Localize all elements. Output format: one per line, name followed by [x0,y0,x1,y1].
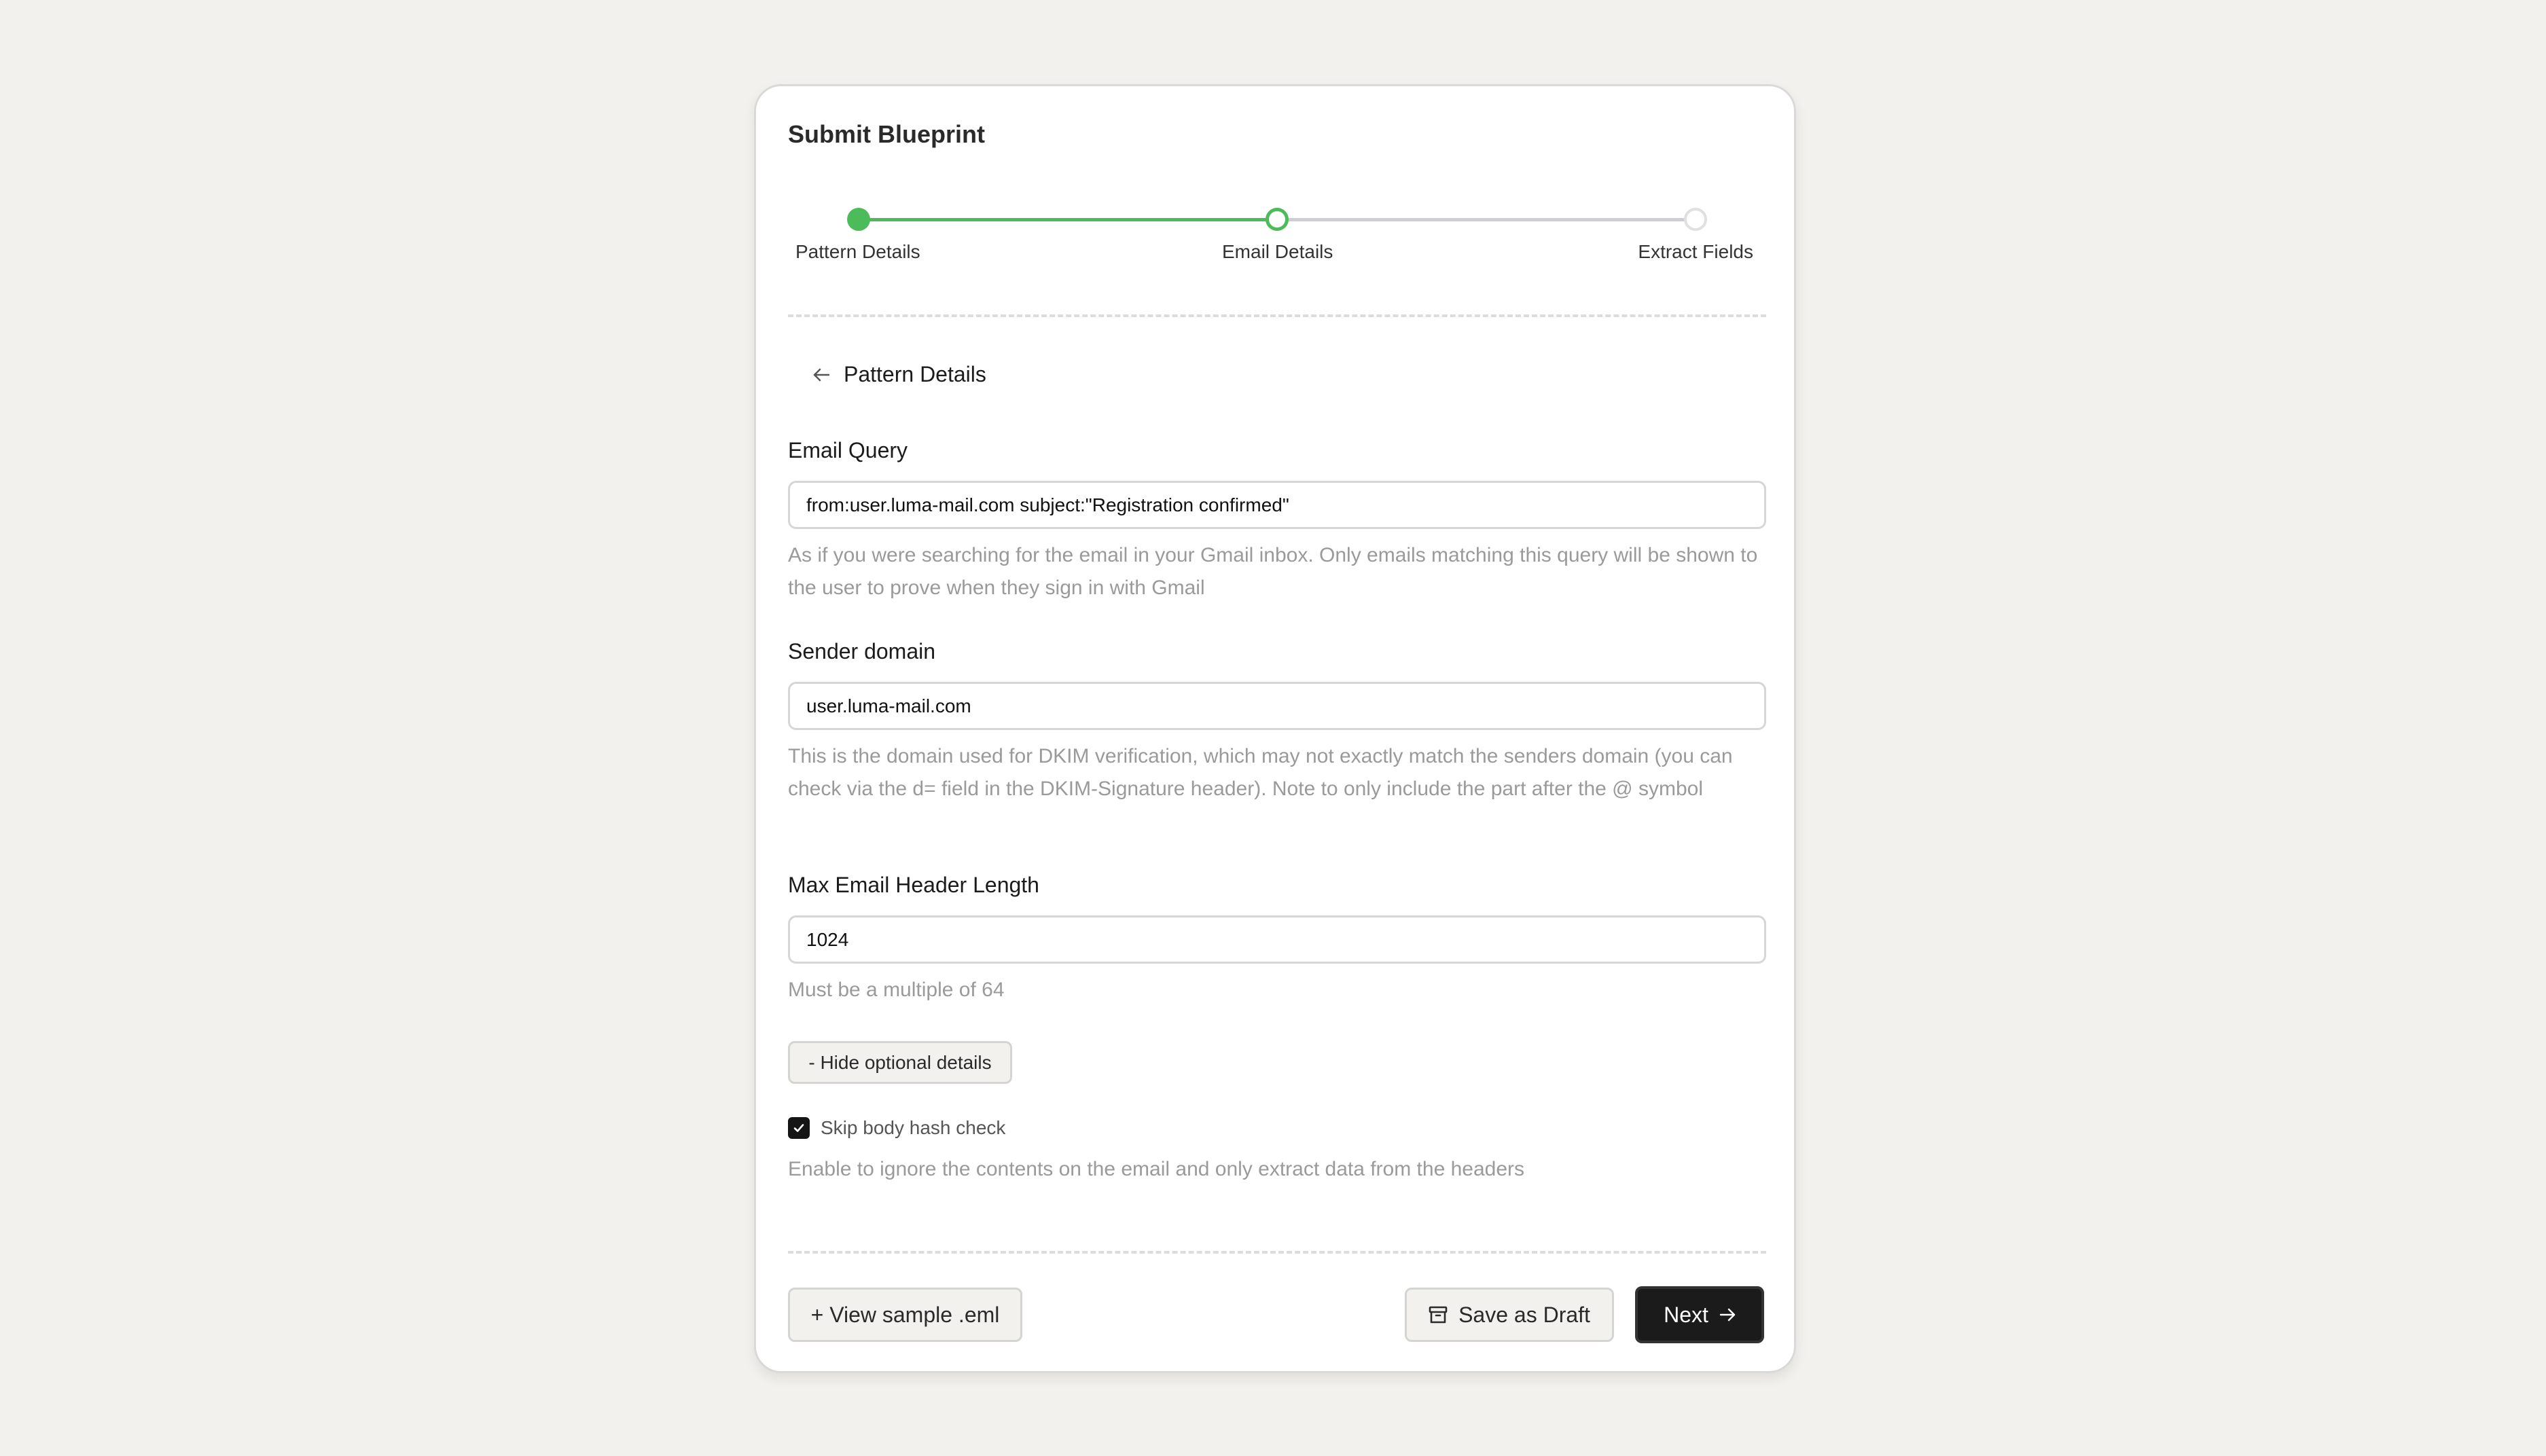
stepper: Pattern Details Email Details Extract Fi… [756,86,1794,290]
step-dot-completed [847,208,870,231]
skip-body-hash-help: Enable to ignore the contents on the ema… [788,1158,1525,1180]
next-button[interactable]: Next [1635,1286,1764,1343]
archive-icon [1429,1306,1448,1324]
email-query-label: Email Query [788,438,908,462]
sender-domain-label: Sender domain [788,639,936,663]
step-label-pattern-details: Pattern Details [795,241,920,262]
max-header-length-input[interactable] [788,915,1766,964]
skip-body-hash-label: Skip body hash check [821,1117,1006,1138]
next-button-label: Next [1664,1302,1708,1327]
arrow-right-icon [1719,1308,1736,1322]
save-as-draft-label: Save as Draft [1458,1302,1590,1327]
submit-blueprint-card: Submit Blueprint Pattern Details Email D… [754,84,1796,1373]
view-sample-eml-button[interactable]: + View sample .eml [788,1288,1022,1342]
step-dot-upcoming [1684,208,1707,231]
skip-body-hash-checkbox[interactable] [788,1117,810,1139]
arrow-left-icon [813,368,830,381]
email-query-help: As if you were searching for the email i… [788,544,1758,599]
view-sample-eml-label: + View sample .eml [810,1302,1000,1327]
max-header-length-help: Must be a multiple of 64 [788,979,1005,1001]
skip-body-hash-checkbox-row[interactable]: Skip body hash check [788,1117,1005,1139]
save-as-draft-button[interactable]: Save as Draft [1405,1288,1614,1342]
stepper-line-upcoming [1277,218,1696,221]
divider-bottom [788,1251,1766,1254]
step-dot-current [1266,208,1289,231]
sender-domain-input[interactable] [788,682,1766,730]
max-header-length-label: Max Email Header Length [788,873,1039,897]
checkmark-icon [793,1124,804,1132]
step-label-email-details: Email Details [1222,241,1333,262]
sender-domain-help: This is the domain used for DKIM verific… [788,745,1733,800]
back-button-label: Pattern Details [844,362,986,386]
hide-optional-details-button[interactable]: - Hide optional details [788,1041,1012,1084]
stepper-line-completed [859,218,1277,221]
email-query-input[interactable] [788,481,1766,529]
back-button[interactable]: Pattern Details [812,362,986,387]
divider-top [788,314,1766,317]
step-label-extract-fields: Extract Fields [1638,241,1753,262]
